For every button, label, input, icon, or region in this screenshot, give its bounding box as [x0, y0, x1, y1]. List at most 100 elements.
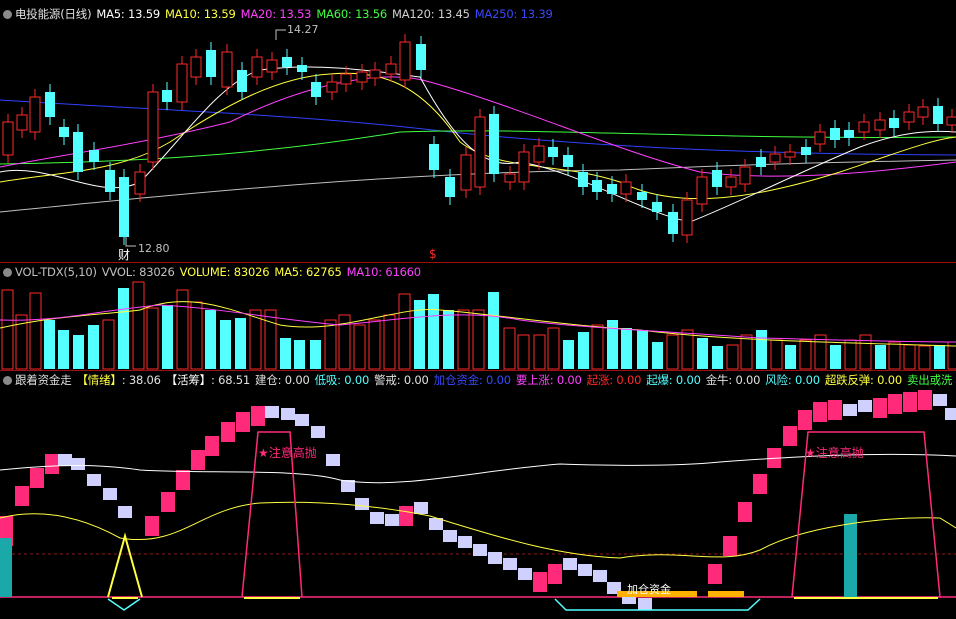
ma5-readout: MA5: 13.59 — [96, 7, 160, 21]
candle-body — [176, 63, 188, 103]
volume-bar — [264, 309, 277, 370]
signal-triangle — [107, 532, 143, 598]
candle-body — [429, 144, 439, 170]
volume-indicator-name: VOL-TDX(5,10) — [15, 265, 97, 279]
indicator-step-block — [798, 410, 812, 430]
indicator-step-block — [30, 468, 44, 488]
indicator-step-block — [265, 406, 279, 418]
candle-body — [739, 166, 751, 185]
indicator-name: 跟着资金走 — [15, 373, 72, 387]
price-candlestick-chart[interactable] — [0, 22, 956, 266]
volume-bar — [190, 301, 203, 370]
volume-bar — [73, 335, 84, 369]
candle-body — [59, 127, 69, 137]
indicator-step-block — [578, 564, 592, 576]
indicator-step-block — [458, 536, 472, 548]
volume-bar — [844, 339, 857, 370]
candle-body — [134, 171, 146, 195]
candle-body — [725, 176, 737, 188]
volume-bar — [294, 340, 305, 369]
vol-ma10-readout: MA10: 61660 — [346, 265, 422, 279]
volume-readout: VOLUME: 83026 — [179, 265, 270, 279]
candle-body — [563, 155, 573, 167]
candle-body — [830, 128, 840, 140]
indicator-step-block — [118, 506, 132, 518]
high-price-label: 14.27 — [287, 23, 319, 36]
volume-bar — [918, 345, 931, 370]
active-label: 【活筹】 — [165, 373, 211, 387]
volume-bar — [637, 330, 648, 369]
indicator-step-block — [176, 470, 190, 490]
candle-body — [784, 151, 796, 158]
candle-body — [45, 92, 55, 117]
volume-panel-header: VOL-TDX(5,10) VVOL: 83026 VOLUME: 83026 MA5… — [0, 264, 426, 280]
candle-body — [16, 114, 28, 131]
candle-body — [917, 106, 929, 118]
volume-bar — [621, 328, 632, 369]
indicator-step-block — [370, 512, 384, 524]
volume-bar — [712, 346, 723, 369]
indicator-step-block — [828, 400, 842, 420]
indicator-chart[interactable] — [0, 388, 956, 619]
indicator-step-block — [414, 502, 428, 514]
chevron-down-icon[interactable] — [3, 10, 12, 19]
candle-body — [369, 69, 381, 79]
candle-body — [696, 176, 708, 205]
candle-body — [416, 44, 426, 70]
ma10-readout: MA10: 13.59 — [164, 7, 236, 21]
volume-bar — [310, 340, 321, 369]
volume-bar — [44, 320, 55, 369]
candle-body — [251, 56, 263, 78]
ma20-readout: MA20: 13.53 — [240, 7, 312, 21]
yaoshangzhang-readout: 要上涨: 0.00 — [515, 373, 582, 387]
indicator-step-block — [251, 406, 265, 426]
candle-body — [933, 106, 943, 124]
chevron-down-icon[interactable] — [3, 376, 12, 385]
note-high-sell-2: ★注意高抛 — [805, 446, 864, 460]
indicator-step-block — [103, 488, 117, 500]
candle-body — [607, 184, 617, 194]
low-pointer — [125, 236, 136, 247]
candle-body — [326, 81, 338, 93]
ma60-readout: MA60: 13.56 — [316, 7, 387, 21]
indicator-step-block — [45, 454, 59, 474]
candle-body — [29, 96, 41, 133]
candle-body — [445, 177, 455, 197]
chevron-down-icon[interactable] — [3, 268, 12, 277]
qizhang-readout: 起涨: 0.00 — [586, 373, 642, 387]
indicator-step-block — [236, 412, 250, 432]
s-marker[interactable]: $ — [429, 247, 437, 261]
jinniu-readout: 金牛: 0.00 — [705, 373, 761, 387]
finance-marker[interactable]: 财 — [118, 246, 130, 263]
volume-bar-chart[interactable] — [0, 280, 956, 372]
candle-body — [858, 121, 870, 133]
vol-ma5-readout: MA5: 62765 — [274, 265, 342, 279]
price-panel-header: 电投能源(日线) MA5: 13.59 MA10: 13.59 MA20: 13.53… — [0, 6, 558, 22]
volume-bar — [517, 334, 530, 370]
volume-bar — [457, 309, 470, 370]
indicator-step-block — [945, 408, 956, 420]
indicator-step-block — [933, 394, 947, 406]
candle-body — [340, 73, 352, 85]
volume-bar — [472, 309, 485, 370]
candle-body — [399, 41, 411, 81]
candle-body — [756, 157, 766, 167]
volume-bar — [383, 314, 396, 370]
indicator-step-block — [311, 426, 325, 438]
volume-bar — [888, 341, 901, 370]
indicator-step-block — [753, 474, 767, 494]
candle-body — [474, 116, 486, 188]
qibao-readout: 起爆: 0.00 — [646, 373, 701, 387]
indicator-step-block — [488, 552, 502, 564]
low-price-label: 12.80 — [138, 242, 170, 255]
indicator-panel-header: 跟着资金走 【情绪】: 38.06 【活筹】: 68.51 建仓: 0.00 低吸: 0… — [0, 372, 956, 388]
indicator-step-block — [518, 568, 532, 580]
volume-bar — [235, 318, 246, 369]
volume-bar — [205, 310, 216, 369]
candle-body — [769, 153, 781, 163]
indicator-step-block — [87, 474, 101, 486]
candle-body — [147, 91, 159, 163]
candle-body — [282, 57, 292, 67]
volume-bar — [799, 339, 812, 370]
active-value: : 68.51 — [210, 373, 251, 387]
